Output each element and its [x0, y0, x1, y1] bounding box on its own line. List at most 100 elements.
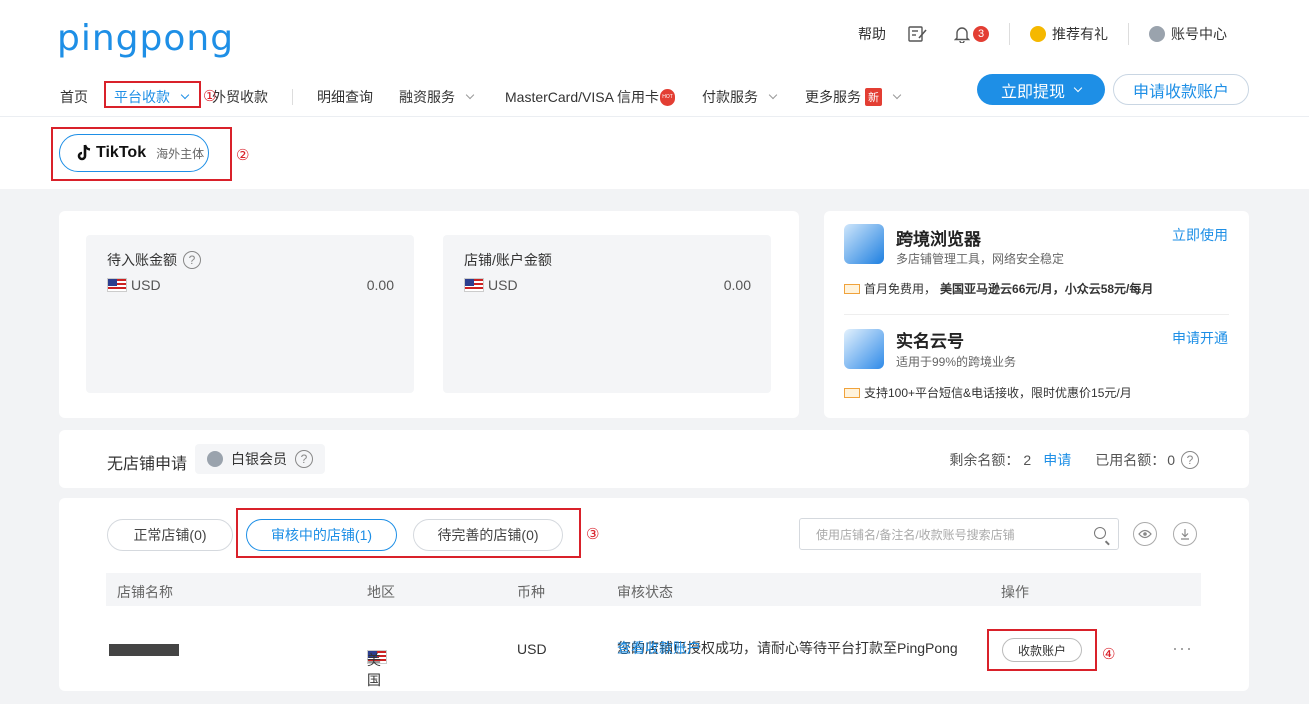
annotation-box-2	[51, 127, 232, 181]
browser-title: 跨境浏览器	[896, 230, 981, 249]
ticket-icon	[844, 387, 860, 398]
nav-foreign-trade[interactable]: 外贸收款	[212, 87, 268, 107]
annotation-number-3: ③	[586, 526, 600, 543]
nav-more-label: 更多服务	[805, 89, 862, 105]
store-currency: USD	[464, 277, 518, 293]
browser-shield-icon	[844, 224, 884, 264]
nav-credit-card[interactable]: MasterCard/VISA 信用卡 HOT	[505, 87, 676, 107]
cloudnum-note: 支持100+平台短信&电话接收，限时优惠价15元/月	[844, 384, 1132, 401]
member-icon	[207, 451, 223, 467]
annotation-number-4: ④	[1102, 646, 1116, 663]
col-review-status: 审核状态	[617, 584, 673, 600]
cloudnum-title: 实名云号	[896, 332, 964, 351]
store-balance-row: USD 0.00	[464, 277, 751, 293]
remaining-label: 剩余名额：	[949, 452, 1020, 468]
divider	[292, 89, 293, 105]
nav-payment[interactable]: 付款服务	[702, 87, 778, 107]
store-currency-cell: USD	[517, 641, 547, 657]
no-store-application-bar: 无店铺申请 白银会员 ? 剩余名额： 2 申请 已用名额： 0 ?	[59, 430, 1249, 488]
chevron-down-icon	[1073, 83, 1083, 92]
remaining-count: 2	[1023, 452, 1032, 468]
withdraw-button[interactable]: 立即提现	[977, 74, 1105, 105]
nav-payment-label: 付款服务	[702, 89, 759, 105]
col-store-name: 店铺名称	[117, 584, 173, 600]
store-search-input[interactable]: 使用店铺名/备注名/收款账号搜索店铺	[799, 518, 1119, 550]
browser-note: 首月免费用， 美国亚马逊云66元/月，小众云58元/每月	[844, 280, 1153, 297]
help-icon[interactable]: ?	[183, 251, 201, 269]
new-badge: 新	[865, 88, 883, 106]
balance-card: 待入账金额 ? USD 0.00 店铺/账户金额 USD 0.00	[59, 211, 799, 418]
col-operation: 操作	[1001, 584, 1029, 600]
apply-account-button[interactable]: 申请收款账户	[1113, 74, 1249, 105]
apply-quota-link[interactable]: 申请	[1043, 450, 1071, 470]
gift-icon	[1030, 26, 1046, 42]
member-level-tag: 白银会员 ?	[195, 444, 325, 474]
annotation-number-1: ①	[203, 88, 217, 105]
table-header: 店铺名称 地区 币种 审核状态 操作	[106, 573, 1201, 606]
nav-details[interactable]: 明细查询	[317, 87, 373, 107]
cloudnum-note-text: 支持100+平台短信&电话接收，限时优惠价15元/月	[864, 386, 1132, 400]
col-region: 地区	[367, 584, 395, 600]
nav-credit-card-label: MasterCard/VISA 信用卡	[505, 89, 660, 105]
annotation-number-2: ②	[236, 147, 250, 164]
masked-store-name	[109, 644, 179, 656]
quota-info: 剩余名额： 2 申请 已用名额： 0 ?	[949, 450, 1199, 470]
pending-amount: 0.00	[366, 277, 394, 293]
notification-bell[interactable]: 3	[954, 25, 989, 43]
member-level: 白银会员	[231, 451, 287, 467]
search-icon[interactable]	[1094, 527, 1106, 539]
pending-currency-label: USD	[131, 277, 161, 293]
edit-icon[interactable]	[908, 25, 928, 43]
pending-currency: USD	[107, 277, 161, 293]
annotation-box-4	[987, 629, 1097, 671]
pending-balance-box: 待入账金额 ? USD 0.00	[86, 235, 414, 393]
bell-icon	[954, 27, 970, 43]
download-icon[interactable]	[1173, 522, 1197, 546]
more-options-icon[interactable]: ···	[1172, 638, 1193, 659]
help-icon[interactable]: ?	[1181, 451, 1199, 469]
withdraw-label: 立即提现	[1000, 83, 1065, 101]
cloudnum-sub: 适用于99%的跨境业务	[896, 355, 1017, 369]
pingpong-logo[interactable]: pingpong	[57, 18, 234, 59]
referral-label: 推荐有礼	[1052, 26, 1108, 42]
store-region-label: 美国	[367, 652, 381, 688]
nav-home[interactable]: 首页	[60, 87, 88, 107]
eye-icon[interactable]	[1133, 522, 1157, 546]
browser-note-bold: 美国亚马逊云66元/月，小众云58元/每月	[940, 282, 1154, 296]
divider	[1009, 23, 1010, 45]
pending-row: USD 0.00	[107, 277, 394, 293]
cloudnum-apply-link[interactable]: 申请开通	[1172, 328, 1228, 348]
chevron-down-icon	[465, 90, 475, 100]
account-center-link[interactable]: 账号中心	[1149, 24, 1227, 44]
browser-use-link[interactable]: 立即使用	[1172, 225, 1228, 245]
nav-more[interactable]: 更多服务 新	[805, 87, 902, 107]
store-balance-title: 店铺/账户金额	[464, 252, 552, 268]
annotation-box-3	[236, 508, 581, 558]
store-amount: 0.00	[723, 277, 751, 293]
us-flag-icon	[107, 278, 127, 292]
notification-count: 3	[973, 26, 989, 42]
browser-sub: 多店铺管理工具，网络安全稳定	[896, 252, 1065, 266]
us-flag-icon	[464, 278, 484, 292]
top-toolbar: 帮助 3 推荐有礼 账号中心	[858, 22, 1227, 46]
nav-financing-label: 融资服务	[399, 89, 455, 105]
no-store-title: 无店铺申请	[107, 456, 188, 473]
ticket-icon	[844, 283, 860, 294]
view-account-link[interactable]: 查看收款账户	[617, 638, 701, 658]
help-icon[interactable]: ?	[295, 450, 313, 468]
annotation-box-1	[104, 81, 201, 108]
help-link[interactable]: 帮助	[858, 24, 886, 44]
user-icon	[1149, 26, 1165, 42]
nav-financing[interactable]: 融资服务	[399, 87, 475, 107]
promo-card: 跨境浏览器 多店铺管理工具，网络安全稳定 立即使用 首月免费用， 美国亚马逊云66…	[824, 211, 1249, 418]
pending-label: 待入账金额	[107, 252, 177, 268]
cloud-number-icon	[844, 329, 884, 369]
tab-normal-stores[interactable]: 正常店铺(0)	[107, 519, 233, 551]
browser-note-pre: 首月免费用，	[864, 282, 937, 296]
divider	[1128, 23, 1129, 45]
used-label: 已用名额：	[1095, 452, 1166, 468]
hot-badge: HOT	[660, 88, 676, 106]
chevron-down-icon	[892, 90, 902, 100]
referral-link[interactable]: 推荐有礼	[1030, 24, 1108, 44]
col-currency: 币种	[517, 584, 545, 600]
